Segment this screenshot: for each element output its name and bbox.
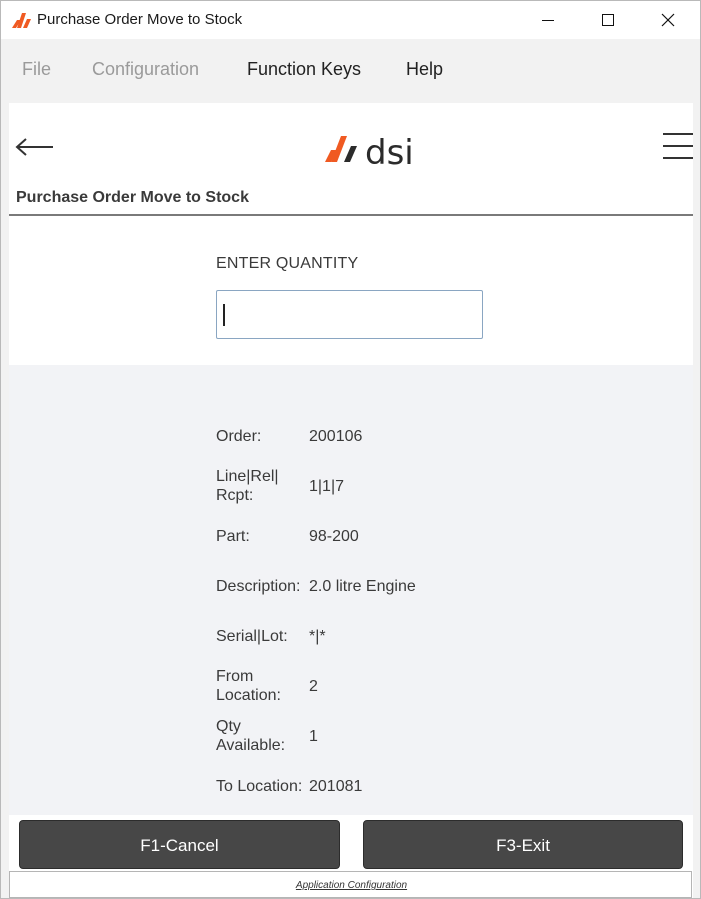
minimize-button[interactable] bbox=[519, 1, 577, 39]
detail-value: *|* bbox=[309, 628, 326, 645]
maximize-button[interactable] bbox=[579, 1, 637, 39]
title-bar: Purchase Order Move to Stock bbox=[1, 1, 700, 39]
close-icon bbox=[661, 13, 675, 27]
detail-value: 1|1|7 bbox=[309, 478, 345, 495]
minimize-icon bbox=[542, 20, 554, 21]
menu-help[interactable]: Help bbox=[406, 59, 443, 80]
order-details-panel: Order: 200106 Line|Rel| Rcpt: 1|1|7 Part… bbox=[9, 365, 693, 815]
dsi-logo: dsi bbox=[323, 132, 433, 173]
detail-label: Line|Rel| Rcpt: bbox=[216, 468, 279, 504]
menu-function-keys[interactable]: Function Keys bbox=[247, 59, 361, 80]
text-cursor bbox=[223, 304, 225, 326]
maximize-icon bbox=[602, 14, 614, 26]
quantity-input[interactable] bbox=[216, 290, 483, 339]
detail-value: 200106 bbox=[309, 428, 363, 445]
menu-bar: File Configuration Function Keys Help bbox=[1, 39, 700, 101]
detail-label: Order: bbox=[216, 428, 262, 445]
detail-value: 201081 bbox=[309, 778, 363, 795]
back-arrow-icon[interactable] bbox=[15, 137, 55, 162]
detail-label: Serial|Lot: bbox=[216, 628, 288, 645]
hamburger-menu-icon[interactable] bbox=[662, 131, 694, 161]
detail-label: From Location: bbox=[216, 668, 281, 704]
f1-cancel-button[interactable]: F1-Cancel bbox=[19, 820, 340, 869]
detail-value: 1 bbox=[309, 728, 318, 745]
detail-label: To Location: bbox=[216, 778, 303, 795]
menu-configuration[interactable]: Configuration bbox=[92, 59, 199, 80]
detail-label: Part: bbox=[216, 528, 250, 545]
application-configuration-link[interactable]: Application Configuration bbox=[10, 880, 693, 891]
logo-text: dsi bbox=[365, 133, 414, 172]
title-divider bbox=[9, 214, 693, 216]
page-title: Purchase Order Move to Stock bbox=[16, 189, 249, 206]
menu-file[interactable]: File bbox=[22, 59, 51, 80]
close-button[interactable] bbox=[639, 1, 697, 39]
detail-value: 2.0 litre Engine bbox=[309, 578, 416, 595]
main-content: dsi Purchase Order Move to Stock ENTER Q… bbox=[9, 103, 693, 898]
window-title: Purchase Order Move to Stock bbox=[37, 11, 243, 28]
f3-exit-button[interactable]: F3-Exit bbox=[363, 820, 683, 869]
app-window: Purchase Order Move to Stock File Config… bbox=[0, 0, 701, 899]
quantity-label: ENTER QUANTITY bbox=[216, 255, 359, 272]
detail-label: Description: bbox=[216, 578, 301, 595]
detail-label: Qty Available: bbox=[216, 718, 286, 754]
detail-value: 2 bbox=[309, 678, 318, 695]
detail-value: 98-200 bbox=[309, 528, 359, 545]
app-logo-icon bbox=[12, 11, 32, 29]
footer-bar: Application Configuration bbox=[9, 871, 692, 898]
